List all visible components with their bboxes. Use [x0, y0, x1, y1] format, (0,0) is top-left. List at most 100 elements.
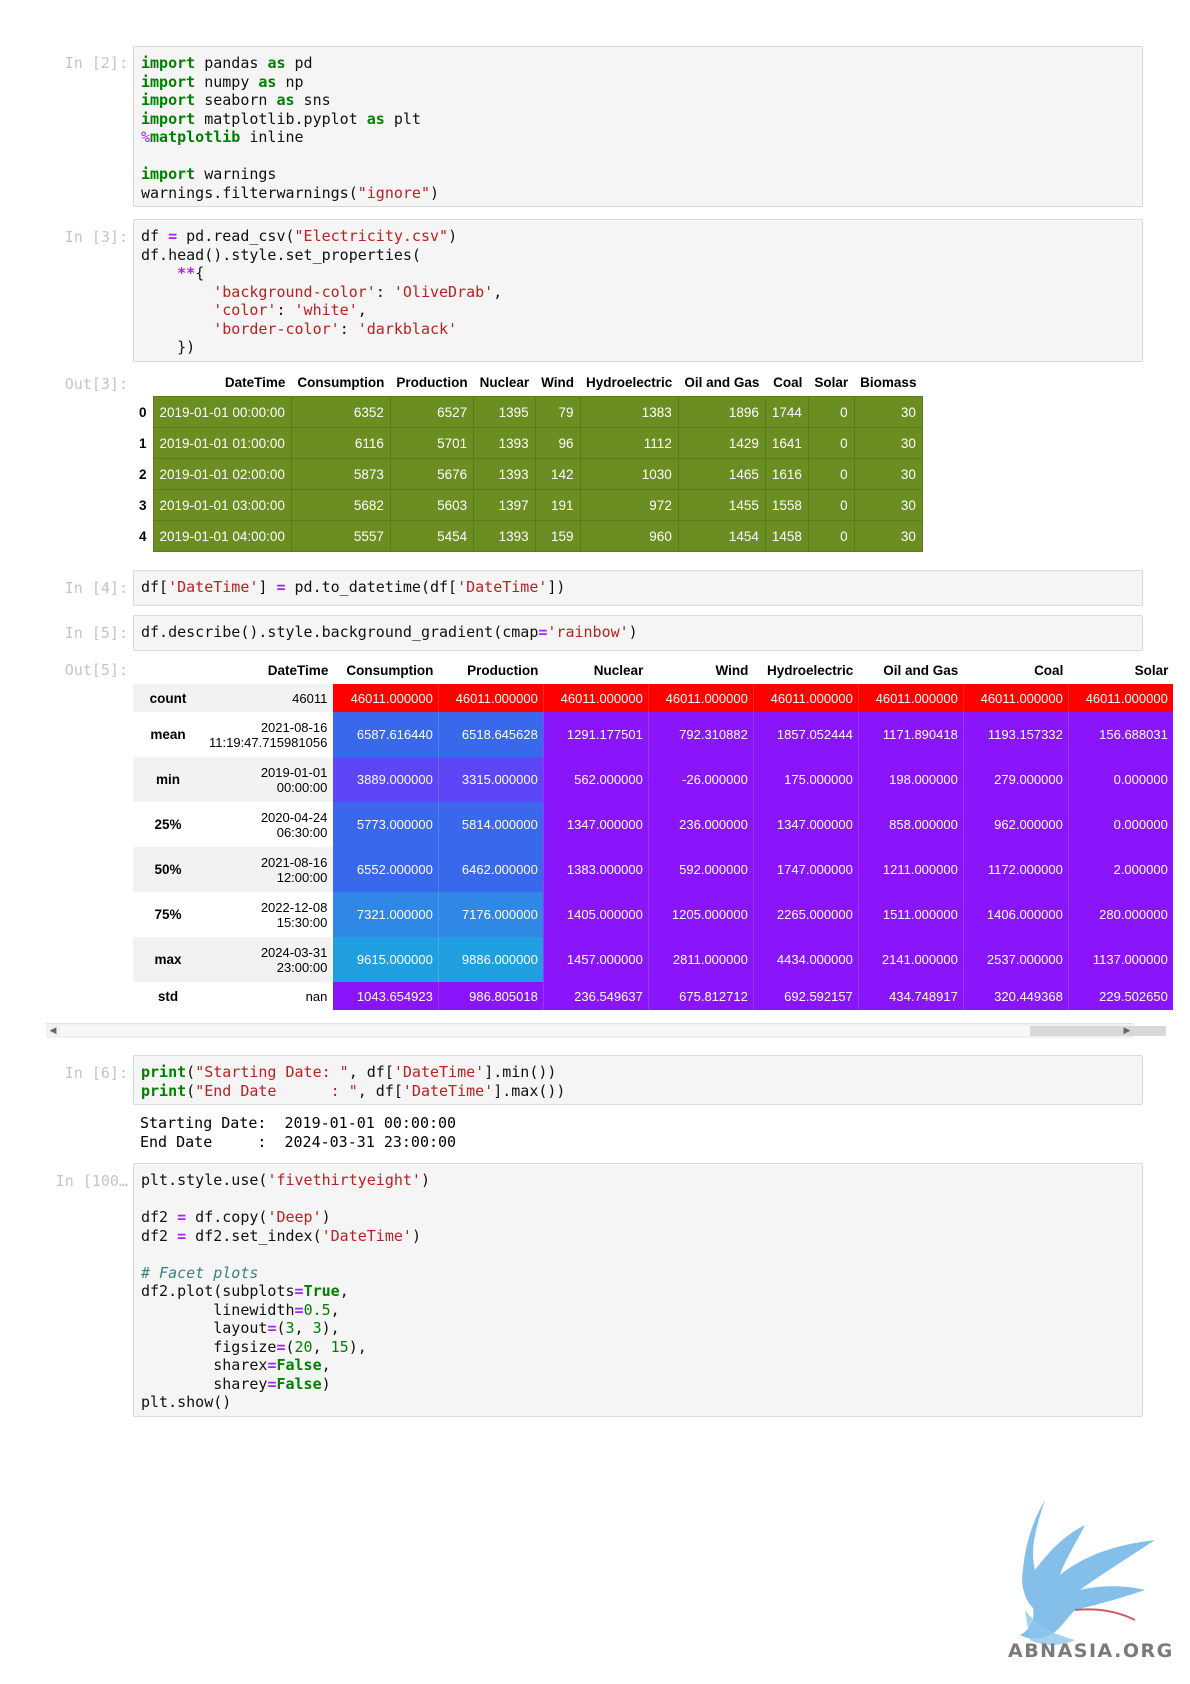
input-prompt: In [5]: [64, 624, 128, 642]
table-cell: 1043.654923 [333, 982, 439, 1010]
code-cell[interactable]: df['DateTime'] = pd.to_datetime(df['Date… [133, 570, 1143, 606]
code-cell[interactable]: plt.style.use('fivethirtyeight') df2 = d… [133, 1163, 1143, 1417]
column-header: Solar [1134, 662, 1169, 678]
table-row: 0 2019-01-01 00:00:00 6352 6527 1395 79 1383 18… [133, 396, 923, 428]
table-cell: 9886.000000 [438, 937, 544, 982]
table-cell: 1641 [764, 427, 809, 459]
column-header: DateTime [224, 374, 286, 390]
table-row: min 2019-01-01 00:00:00 3889.000000 3315.00… [133, 757, 1174, 802]
table-cell: 3315.000000 [438, 757, 544, 802]
table-cell: 1429 [677, 427, 766, 459]
table-cell: 6518.645628 [438, 712, 544, 757]
table-cell: 434.748917 [858, 982, 964, 1010]
column-header: Nuclear [593, 662, 644, 678]
table-cell: 1205.000000 [648, 892, 754, 937]
column-header: Coal [1034, 662, 1064, 678]
table-cell: 1383 [579, 396, 679, 428]
scroll-thumb[interactable] [1030, 1026, 1166, 1036]
table-cell: 1112 [579, 427, 679, 459]
column-header: Production [396, 374, 468, 390]
table-cell: 1137.000000 [1068, 937, 1174, 982]
column-header: Wind [541, 374, 575, 390]
table-cell: 142 [534, 458, 581, 490]
column-header: Coal [773, 374, 803, 390]
table-cell: 1393 [473, 427, 536, 459]
table-row: 3 2019-01-01 03:00:00 5682 5603 1397 191 972 14… [133, 489, 923, 521]
table-cell: 5557 [290, 520, 391, 552]
table-cell: 2019-01-01 01:00:00 [152, 427, 292, 459]
table-cell: 30 [853, 396, 923, 428]
table-cell: 0.000000 [1068, 802, 1174, 847]
table-cell: 6527 [389, 396, 475, 428]
table-cell: 6352 [290, 396, 391, 428]
table-cell: 0 [807, 427, 855, 459]
row-index: 3 [133, 489, 154, 521]
table-cell: 2019-01-01 02:00:00 [152, 458, 292, 490]
table-cell: 46011.000000 [648, 684, 754, 712]
output-line: End Date : 2024-03-31 23:00:00 [140, 1132, 457, 1151]
scroll-track[interactable] [60, 1026, 1030, 1036]
table-cell: 1030 [579, 458, 679, 490]
code-editor[interactable]: df['DateTime'] = pd.to_datetime(df['Date… [141, 578, 1135, 597]
scroll-left-icon[interactable]: ◀ [46, 1024, 60, 1038]
code-cell[interactable]: import pandas as pd import numpy as np i… [133, 46, 1143, 207]
table-cell: 46011.000000 [753, 684, 859, 712]
row-label: max [133, 937, 203, 982]
table-cell: 1465 [677, 458, 766, 490]
input-prompt: In [3]: [64, 228, 128, 246]
code-editor[interactable]: df = pd.read_csv("Electricity.csv") df.h… [141, 227, 1135, 357]
table-cell: 1857.052444 [753, 712, 859, 757]
column-header: Wind [715, 662, 749, 678]
column-header: Production [467, 662, 539, 678]
table-cell: 46011.000000 [963, 684, 1069, 712]
code-cell[interactable]: print("Starting Date: ", df['DateTime'].… [133, 1055, 1143, 1105]
output-prompt: Out[3]: [64, 375, 128, 393]
table-cell: 30 [853, 520, 923, 552]
table-cell: 2265.000000 [753, 892, 859, 937]
code-editor[interactable]: print("Starting Date: ", df['DateTime'].… [141, 1063, 1135, 1100]
table-cell: 960 [579, 520, 679, 552]
column-header: Consumption [297, 374, 385, 390]
table-cell: 1395 [473, 396, 536, 428]
table-cell: 1393 [473, 520, 536, 552]
row-label: 25% [154, 817, 182, 832]
horizontal-scrollbar[interactable]: ◀ ▶ [46, 1023, 1166, 1038]
table-cell: 46011.000000 [1068, 684, 1174, 712]
column-header [133, 368, 153, 397]
table-row: 75% 2022-12-08 15:30:00 7321.000000 7176.00… [133, 892, 1174, 937]
table-cell: 1458 [764, 520, 809, 552]
output-line: Starting Date: 2019-01-01 00:00:00 [140, 1114, 457, 1132]
code-editor[interactable]: import pandas as pd import numpy as np i… [141, 54, 1135, 202]
table-cell: 2019-01-01 00:00:00 [152, 396, 292, 428]
table-cell: 1172.000000 [963, 847, 1069, 892]
table-cell: 1511.000000 [858, 892, 964, 937]
watermark-text: ABNASIA.ORG [1008, 1640, 1174, 1662]
code-cell[interactable]: df = pd.read_csv("Electricity.csv") df.h… [133, 219, 1143, 362]
column-header: Nuclear [479, 374, 530, 390]
table-cell: 96 [534, 427, 581, 459]
table-cell: 1558 [764, 489, 809, 521]
row-label: min [133, 757, 203, 802]
table-cell: 236.549637 [543, 982, 649, 1010]
table-cell: 6116 [290, 427, 391, 459]
table-cell: 4434.000000 [753, 937, 859, 982]
table-row: 50% 2021-08-16 12:00:00 6552.000000 6462.00… [133, 847, 1174, 892]
column-header: Oil and Gas [684, 374, 760, 390]
table-cell: 5603 [389, 489, 475, 521]
table-cell: 1383.000000 [543, 847, 649, 892]
column-header [133, 656, 203, 684]
table-cell: 1747.000000 [753, 847, 859, 892]
code-editor[interactable]: plt.style.use('fivethirtyeight') df2 = d… [141, 1171, 1135, 1412]
column-header: DateTime [267, 662, 329, 678]
code-editor[interactable]: df.describe().style.background_gradient(… [141, 623, 1135, 642]
table-cell: 2019-01-01 03:00:00 [152, 489, 292, 521]
column-header: Hydroelectric [586, 374, 673, 390]
table-cell: 5773.000000 [333, 802, 439, 847]
table-cell: 30 [853, 489, 923, 521]
row-label: 75% [154, 907, 182, 922]
scroll-right-icon[interactable]: ▶ [1120, 1024, 1134, 1038]
table-cell: 2141.000000 [858, 937, 964, 982]
table-cell: 1744 [764, 396, 809, 428]
code-cell[interactable]: df.describe().style.background_gradient(… [133, 615, 1143, 651]
table-cell: 986.805018 [438, 982, 544, 1010]
